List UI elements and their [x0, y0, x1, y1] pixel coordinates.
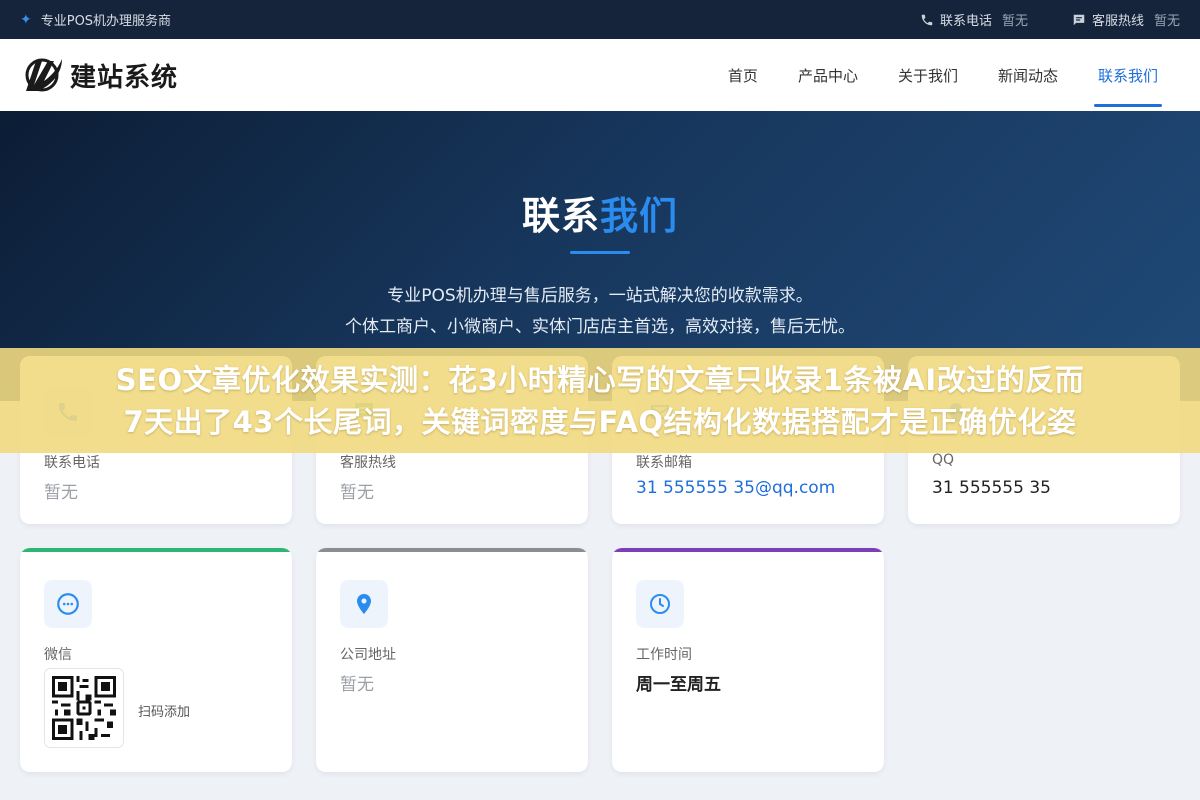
site-name: 专业POS机办理服务商 [40, 14, 172, 29]
hero-subtitle-2: 个体工商户、小微商户、实体门店店主首选，高效对接，售后无忧。 [345, 317, 855, 337]
site-logo[interactable]: 建站系统 [22, 55, 178, 95]
card-accent-line [20, 548, 292, 552]
card-accent-line [612, 548, 884, 552]
email-link[interactable]: 31 555555 35@qq.com [636, 478, 835, 498]
card-value: 暂无 [44, 483, 78, 503]
card-label: 工作时间 [636, 647, 692, 663]
phone-label: 联系电话 [939, 14, 992, 29]
nav-item-home[interactable]: 首页 [708, 39, 778, 111]
card-label: 微信 [44, 647, 72, 663]
wechat-qr-code[interactable] [44, 668, 124, 748]
nav-item-contact[interactable]: 联系我们 [1078, 39, 1178, 111]
phone-value: 暂无 [1001, 14, 1028, 29]
nav-item-about[interactable]: 关于我们 [878, 39, 978, 111]
location-pin-icon [340, 580, 388, 628]
phone-icon [921, 14, 933, 25]
main-header: 建站系统 首页 产品中心 关于我们 新闻动态 联系我们 [0, 39, 1200, 111]
qr-label: 扫码添加 [138, 705, 191, 720]
card-label: 公司地址 [340, 647, 396, 663]
card-value: 暂无 [340, 483, 374, 503]
banner-line-1: SEO文章优化效果实测：花3小时精心写的文章只收录1条被AI改过的反而 [115, 362, 1085, 397]
site-tagline: ✦ 专业POS机办理服务商 [20, 10, 172, 30]
nav-item-products[interactable]: 产品中心 [778, 39, 878, 111]
card-value: 31 555555 35 [932, 478, 1051, 498]
chat-icon [1073, 14, 1085, 25]
card-accent-line [316, 548, 588, 552]
title-underline [570, 251, 630, 254]
card-label: QQ [932, 452, 955, 468]
banner-line-2: 7天出了43个长尾词，关键词密度与FAQ结构化数据搭配才是正确优化姿 [123, 404, 1077, 439]
logo-mark-icon [25, 58, 62, 92]
top-utility-bar: ✦ 专业POS机办理服务商 联系电话 暂无 客服热线 暂无 [0, 0, 1200, 39]
topbar-phone[interactable]: 联系电话 暂无 [920, 10, 1028, 29]
card-label: 客服热线 [340, 455, 396, 471]
card-label: 联系电话 [44, 455, 100, 471]
clock-icon [636, 580, 684, 628]
contact-card-wechat: 微信 扫码添加 [20, 548, 292, 772]
logo-text: 建站系统 [70, 62, 179, 93]
nav-item-news[interactable]: 新闻动态 [978, 39, 1078, 111]
main-nav: 首页 产品中心 关于我们 新闻动态 联系我们 [708, 39, 1178, 111]
card-value: 周一至周五 [636, 675, 721, 695]
sparkle-icon: ✦ [20, 11, 32, 28]
topbar-hotline[interactable]: 客服热线 暂无 [1072, 10, 1180, 29]
page-title: 联系我们 [0, 185, 1200, 240]
contact-card-hours: 工作时间 周一至周五 [612, 548, 884, 772]
wechat-icon [44, 580, 92, 628]
hotline-value: 暂无 [1153, 14, 1180, 29]
card-label: 联系邮箱 [636, 455, 692, 471]
article-title-banner: SEO文章优化效果实测：花3小时精心写的文章只收录1条被AI改过的反而 7天出了… [0, 348, 1200, 453]
card-value: 暂无 [340, 675, 374, 695]
hero-subtitle-1: 专业POS机办理与售后服务，一站式解决您的收款需求。 [387, 286, 813, 306]
title-part-1: 联系 [521, 194, 600, 238]
contact-card-address: 公司地址 暂无 [316, 548, 588, 772]
title-part-2: 我们 [600, 194, 679, 238]
hotline-label: 客服热线 [1091, 14, 1144, 29]
